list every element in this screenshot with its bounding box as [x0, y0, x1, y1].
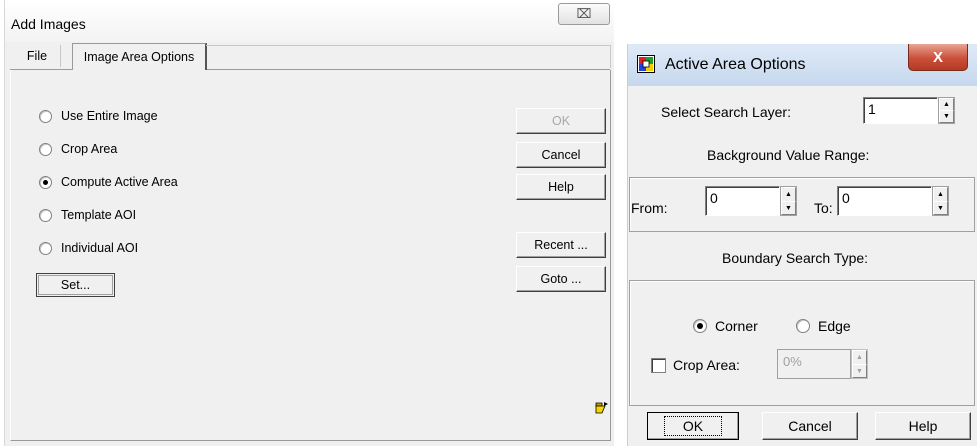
close-icon: X — [932, 48, 943, 66]
boundary-search-type-label: Boundary Search Type: — [722, 250, 869, 266]
ok-button[interactable]: OK — [516, 108, 606, 134]
option-compute-active-area[interactable]: Compute Active Area — [39, 174, 178, 190]
help-button[interactable]: Help — [516, 174, 606, 200]
radio-icon[interactable] — [39, 241, 52, 255]
dialog-title: Active Area Options — [665, 56, 806, 73]
crop-area-input[interactable]: 0% — [777, 349, 851, 379]
from-spinner[interactable]: ▲ ▼ — [780, 186, 797, 216]
spin-up-icon[interactable]: ▲ — [781, 187, 796, 202]
radio-icon[interactable] — [39, 109, 52, 123]
spin-down-icon[interactable]: ▼ — [933, 201, 948, 215]
cancel-button[interactable]: Cancel — [516, 142, 606, 168]
image-area-options-panel: Use Entire Image Crop Area Compute Activ… — [10, 70, 611, 441]
spin-up-icon[interactable]: ▲ — [933, 187, 948, 202]
to-spinner[interactable]: ▲ ▼ — [932, 186, 949, 216]
tab-file[interactable]: File — [14, 45, 61, 67]
crop-area-label: Crop Area: — [673, 357, 740, 373]
option-label: Individual AOI — [61, 241, 139, 255]
aao-titlebar: Active Area Options X — [628, 44, 977, 86]
recent-button[interactable]: Recent ... — [516, 232, 606, 258]
spin-down-icon[interactable]: ▼ — [852, 364, 867, 378]
active-area-options-dialog: Active Area Options X Select Search Laye… — [627, 44, 977, 446]
radio-icon[interactable] — [39, 208, 52, 222]
option-use-entire-image[interactable]: Use Entire Image — [39, 108, 158, 124]
ok-label: OK — [663, 416, 723, 436]
option-label: Edge — [818, 318, 851, 334]
background-range-label: Background Value Range: — [707, 147, 870, 163]
option-label: Use Entire Image — [61, 109, 158, 123]
option-label: Compute Active Area — [61, 175, 178, 189]
search-layer-spinner[interactable]: ▲ ▼ — [938, 97, 955, 124]
from-input[interactable]: 0 — [705, 186, 780, 216]
close-button[interactable]: ⌧ — [558, 3, 610, 25]
tab-image-area-options[interactable]: Image Area Options — [72, 43, 207, 70]
close-icon: ⌧ — [576, 6, 592, 21]
ok-button[interactable]: OK — [647, 412, 739, 440]
option-label: Crop Area — [61, 142, 118, 156]
add-images-titlebar: Add Images ⌧ — [5, 0, 615, 42]
set-button[interactable]: Set... — [36, 273, 115, 297]
boundary-corner[interactable]: Corner — [693, 318, 758, 334]
option-individual-aoi[interactable]: Individual AOI — [39, 240, 138, 256]
to-input[interactable]: 0 — [837, 186, 932, 216]
select-search-layer-label: Select Search Layer: — [661, 104, 791, 120]
search-layer-input[interactable]: 1 — [863, 97, 938, 124]
app-icon — [637, 55, 655, 73]
spin-down-icon[interactable]: ▼ — [781, 201, 796, 215]
cancel-button[interactable]: Cancel — [762, 412, 858, 440]
option-label: Template AOI — [61, 208, 137, 222]
radio-icon[interactable] — [39, 142, 52, 156]
add-images-dialog: Add Images ⌧ File Image Area Options Use… — [4, 0, 616, 446]
help-button[interactable]: Help — [875, 412, 971, 440]
gap — [614, 0, 627, 446]
boundary-edge[interactable]: Edge — [796, 318, 851, 334]
to-label: To: — [814, 200, 833, 216]
option-label: Corner — [715, 318, 758, 334]
goto-button[interactable]: Goto ... — [516, 266, 606, 292]
radio-checked-icon[interactable] — [693, 319, 707, 333]
tab-strip: File Image Area Options — [10, 43, 611, 70]
radio-icon[interactable] — [796, 319, 810, 333]
close-button[interactable]: X — [908, 44, 968, 71]
radio-checked-icon[interactable] — [39, 175, 52, 189]
spin-up-icon[interactable]: ▲ — [852, 350, 867, 365]
option-crop-area[interactable]: Crop Area — [39, 141, 117, 157]
spin-down-icon[interactable]: ▼ — [939, 110, 954, 123]
crop-area-spinner[interactable]: ▲ ▼ — [851, 349, 868, 379]
dialog-title: Add Images — [11, 16, 86, 32]
option-template-aoi[interactable]: Template AOI — [39, 207, 136, 223]
boundary-group: Corner Edge Crop Area: 0% ▲ ▼ — [629, 280, 975, 406]
from-label: From: — [631, 200, 668, 216]
background-range-group: From: 0 ▲ ▼ To: 0 ▲ ▼ — [629, 177, 975, 232]
crop-area-checkbox[interactable] — [651, 358, 666, 373]
tab-filler — [206, 45, 611, 68]
folder-arrow-icon — [595, 402, 608, 414]
